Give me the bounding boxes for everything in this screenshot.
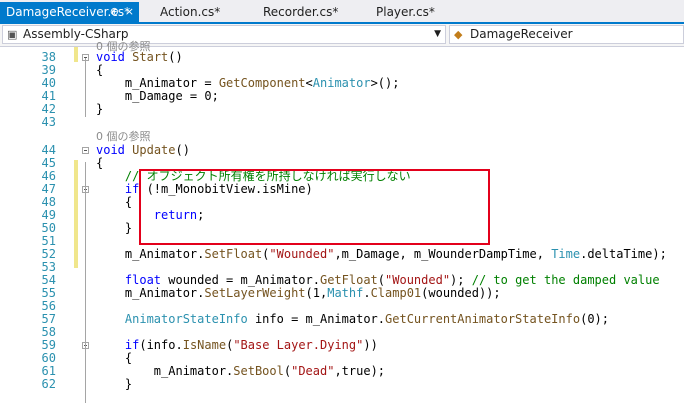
line-number: 46 xyxy=(41,169,56,183)
line-number: 54 xyxy=(41,273,56,287)
change-indicator xyxy=(74,47,78,62)
code-line: 40 m_Animator = GetComponent<Animator>()… xyxy=(0,77,684,89)
fold-guide-line xyxy=(85,366,86,403)
code-line: 58 xyxy=(0,326,684,338)
code-text: { xyxy=(96,156,104,170)
close-icon[interactable]: × xyxy=(125,2,134,22)
code-line: 43 xyxy=(0,116,684,128)
line-number: 61 xyxy=(41,364,56,378)
line-number: 50 xyxy=(41,221,56,235)
code-text: void Update() xyxy=(96,143,190,157)
code-text: float wounded = m_Animator.GetFloat("Wou… xyxy=(124,273,660,287)
code-line: 54 float wounded = m_Animator.GetFloat("… xyxy=(0,274,684,286)
code-text: m_Animator = GetComponent<Animator>(); xyxy=(96,76,400,90)
code-text: m_Animator.SetBool("Dead",true); xyxy=(96,364,386,378)
highlight-box xyxy=(139,169,490,245)
change-indicator xyxy=(74,160,78,268)
tab-label: Action.cs* xyxy=(160,5,221,19)
code-line: 42} xyxy=(0,103,684,115)
line-number: 47 xyxy=(41,182,56,196)
fold-guide-line xyxy=(85,200,86,243)
code-text: 0 個の参照 xyxy=(96,130,151,143)
code-line: 60 { xyxy=(0,352,684,364)
code-line: 53 xyxy=(0,261,684,273)
collapse-toggle-icon[interactable] xyxy=(82,147,89,154)
line-number: 60 xyxy=(41,351,56,365)
line-number: 57 xyxy=(41,312,56,326)
code-text: if(info.IsName("Base Layer.Dying")) xyxy=(124,338,378,352)
pin-icon[interactable]: ⊕ xyxy=(110,2,119,22)
tab-action[interactable]: Action.cs* xyxy=(154,3,254,21)
line-number: 51 xyxy=(41,234,56,248)
line-number: 53 xyxy=(41,260,56,274)
line-number: 55 xyxy=(41,286,56,300)
code-line: 41 m_Damage = 0; xyxy=(0,90,684,102)
tab-label: Player.cs* xyxy=(376,5,435,19)
line-number: 40 xyxy=(41,76,56,90)
code-line: 62 } xyxy=(0,378,684,390)
code-text: m_Animator.SetFloat("Wounded",m_Damage, … xyxy=(96,247,667,261)
code-text: } xyxy=(96,377,133,391)
code-line: 55 m_Animator.SetLayerWeight(1,Mathf.Cla… xyxy=(0,287,684,299)
line-number: 56 xyxy=(41,299,56,313)
code-text: } xyxy=(96,102,104,116)
code-text: } xyxy=(96,221,133,235)
document-tab-strip: DamageReceiver.cs* ⊕ × Action.cs* Record… xyxy=(0,0,684,23)
tab-damagereceiver[interactable]: DamageReceiver.cs* ⊕ × xyxy=(0,2,139,23)
code-text: { xyxy=(96,351,133,365)
code-text: { xyxy=(96,195,133,209)
code-line: 59 if(info.IsName("Base Layer.Dying")) xyxy=(0,339,684,351)
code-text: { xyxy=(96,63,104,77)
fold-guide-line xyxy=(85,58,86,117)
code-line: 56 xyxy=(0,300,684,312)
code-line: 45 { xyxy=(0,157,684,169)
tab-label: Recorder.cs* xyxy=(263,5,339,19)
line-number: 38 xyxy=(41,50,56,64)
line-number: 52 xyxy=(41,247,56,261)
code-line: 44 void Update() xyxy=(0,144,684,156)
line-number: 44 xyxy=(41,143,56,157)
line-number: 49 xyxy=(41,208,56,222)
code-lens-reference[interactable]: 0 個の参照 xyxy=(0,131,684,143)
code-line: 57 AnimatorStateInfo info = m_Animator.G… xyxy=(0,313,684,325)
line-number: 45 xyxy=(41,156,56,170)
line-number: 42 xyxy=(41,102,56,116)
line-number: 58 xyxy=(41,325,56,339)
tab-player[interactable]: Player.cs* xyxy=(370,3,470,21)
code-text: AnimatorStateInfo info = m_Animator.GetC… xyxy=(124,312,609,326)
code-line: 38 void Start() xyxy=(0,51,684,63)
tab-recorder[interactable]: Recorder.cs* xyxy=(257,3,367,21)
line-number: 62 xyxy=(41,377,56,391)
code-text: m_Animator.SetLayerWeight(1,Mathf.Clamp0… xyxy=(96,286,501,300)
line-number: 41 xyxy=(41,89,56,103)
code-line: 61 m_Animator.SetBool("Dead",true); xyxy=(0,365,684,377)
line-number: 48 xyxy=(41,195,56,209)
code-line: 52 m_Animator.SetFloat("Wounded",m_Damag… xyxy=(0,248,684,260)
line-number: 43 xyxy=(41,115,56,129)
code-text: void Start() xyxy=(96,50,183,64)
line-number: 59 xyxy=(41,338,56,352)
line-number: 39 xyxy=(41,63,56,77)
code-text: m_Damage = 0; xyxy=(96,89,219,103)
code-line: 39 { xyxy=(0,64,684,76)
